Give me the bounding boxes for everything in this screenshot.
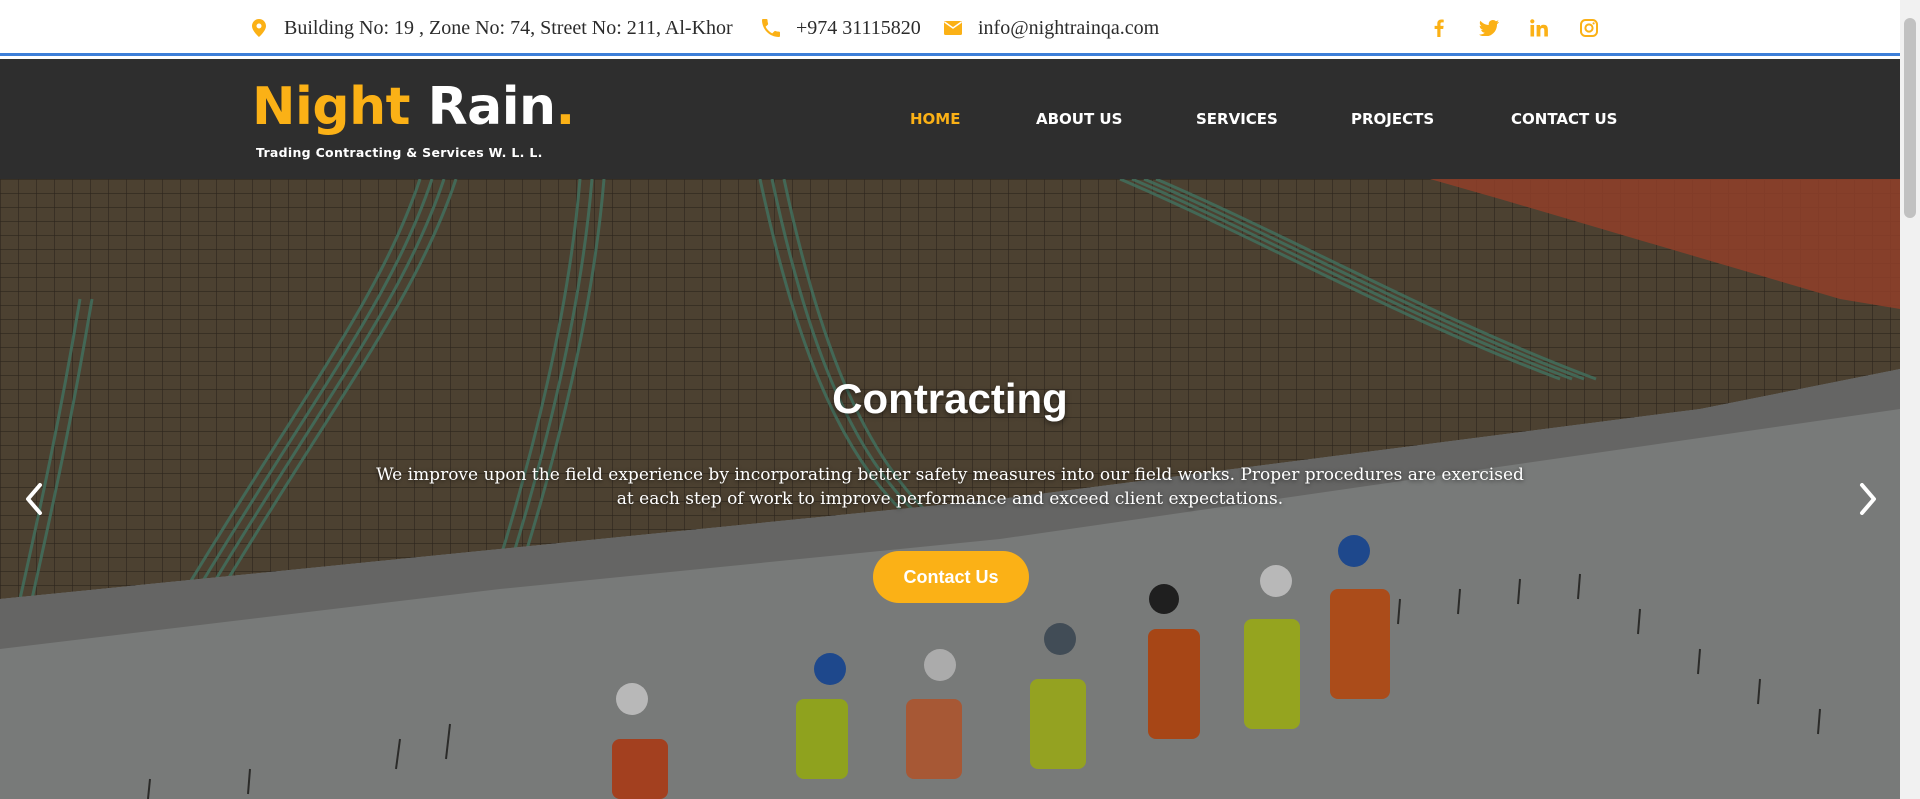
hero-description: We improve upon the field experience by … <box>376 465 1524 509</box>
instagram-icon[interactable] <box>1578 17 1600 39</box>
logo-wordmark: Night Rain. <box>252 77 575 137</box>
main-header: Night Rain. Trading Contracting & Servic… <box>0 59 1900 179</box>
address-text: Building No: 19 , Zone No: 74, Street No… <box>284 16 733 39</box>
hero-slider: Contracting We improve upon the field ex… <box>0 179 1900 799</box>
email-info[interactable]: info@nightrainqa.com <box>942 0 1159 56</box>
linkedin-icon[interactable] <box>1528 17 1550 39</box>
map-pin-icon <box>248 17 270 39</box>
chevron-right-icon <box>1860 483 1876 515</box>
contact-us-button[interactable]: Contact Us <box>873 551 1029 603</box>
phone-text[interactable]: +974 31115820 <box>796 17 921 40</box>
hero-title: Contracting <box>832 375 1068 422</box>
slider-prev-button[interactable] <box>14 469 54 529</box>
logo-tagline: Trading Contracting & Services W. L. L. <box>256 145 543 160</box>
chevron-left-icon <box>26 483 42 515</box>
social-links <box>1428 0 1600 56</box>
page-scrollbar[interactable] <box>1900 0 1920 799</box>
email-text[interactable]: info@nightrainqa.com <box>978 17 1159 40</box>
scrollbar-thumb[interactable] <box>1904 18 1916 218</box>
nav-home[interactable]: HOME <box>910 110 960 128</box>
top-info-bar: Building No: 19 , Zone No: 74, Street No… <box>0 0 1900 56</box>
address-info: Building No: 19 , Zone No: 74, Street No… <box>248 0 733 56</box>
twitter-icon[interactable] <box>1478 17 1500 39</box>
slider-next-button[interactable] <box>1848 469 1888 529</box>
nav-about-us[interactable]: ABOUT US <box>1036 110 1122 128</box>
facebook-icon[interactable] <box>1428 17 1450 39</box>
nav-services[interactable]: SERVICES <box>1196 110 1278 128</box>
phone-info[interactable]: +974 31115820 <box>760 0 921 56</box>
envelope-icon <box>942 17 964 39</box>
logo-dot: . <box>555 77 576 137</box>
logo[interactable]: Night Rain. Trading Contracting & Servic… <box>252 77 575 160</box>
phone-icon <box>760 17 782 39</box>
logo-rain: Rain <box>427 77 556 137</box>
nav-projects[interactable]: PROJECTS <box>1351 110 1434 128</box>
nav-contact-us[interactable]: CONTACT US <box>1511 110 1617 128</box>
logo-night: Night <box>252 77 410 137</box>
